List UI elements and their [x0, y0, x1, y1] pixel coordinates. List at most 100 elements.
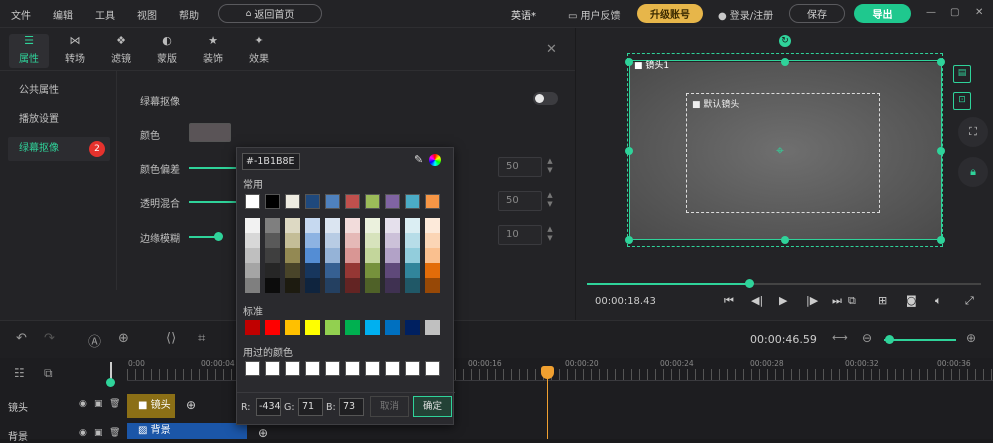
color-swatch[interactable]	[245, 248, 260, 263]
color-swatch[interactable]	[245, 263, 260, 278]
resize-handle-br[interactable]	[937, 236, 945, 244]
add-track-icon[interactable]: ⧉	[44, 366, 53, 381]
back-home-button[interactable]: ⌂ 返回首页	[218, 4, 322, 23]
grid-icon[interactable]: ⊞	[878, 294, 887, 307]
color-swatch[interactable]	[305, 320, 320, 335]
color-swatch[interactable]	[425, 361, 440, 376]
color-swatch[interactable]	[405, 218, 420, 233]
undo-icon[interactable]: ↶	[16, 331, 27, 346]
cancel-button[interactable]: 取消	[370, 396, 409, 417]
color-swatch[interactable]	[265, 218, 280, 233]
color-swatch[interactable]	[325, 278, 340, 293]
add-clip-icon[interactable]: ⊕	[258, 426, 268, 440]
menu-file[interactable]: 文件	[11, 7, 31, 22]
color-swatch[interactable]	[285, 263, 300, 278]
tab-decoration[interactable]: ★ 装饰	[193, 34, 233, 68]
color-swatch[interactable]	[265, 248, 280, 263]
menu-edit[interactable]: 编辑	[53, 7, 73, 22]
green-screen-toggle[interactable]	[533, 92, 558, 105]
upgrade-button[interactable]: 升级账号	[637, 4, 703, 23]
color-swatch[interactable]	[245, 194, 260, 209]
color-swatch[interactable]	[385, 320, 400, 335]
sidebar-item-green-screen[interactable]: 绿幕抠像 2	[8, 137, 110, 161]
color-swatch[interactable]	[385, 248, 400, 263]
redo-icon[interactable]: ↷	[44, 331, 55, 346]
screen-record-icon[interactable]: ⧉	[848, 294, 856, 308]
zoom-out-icon[interactable]: ⊖	[862, 331, 872, 345]
color-swatch[interactable]	[405, 248, 420, 263]
color-swatch[interactable]	[345, 248, 360, 263]
b-input[interactable]: 73	[339, 398, 364, 416]
color-swatch-button[interactable]	[189, 123, 231, 142]
zoom-slider[interactable]	[884, 339, 956, 341]
resize-handle-t[interactable]	[781, 58, 789, 66]
color-swatch[interactable]	[305, 248, 320, 263]
confirm-button[interactable]: 确定	[413, 396, 452, 417]
color-swatch[interactable]	[245, 233, 260, 248]
color-swatch[interactable]	[285, 233, 300, 248]
tab-mask[interactable]: ◐ 蒙版	[147, 34, 187, 68]
transparency-stepper[interactable]: ▲ ▼	[544, 191, 556, 211]
color-swatch[interactable]	[325, 218, 340, 233]
color-swatch[interactable]	[365, 233, 380, 248]
fullscreen-icon[interactable]: ⤢	[965, 294, 974, 308]
color-swatch[interactable]	[285, 278, 300, 293]
crop-tool-icon[interactable]: ⌗	[198, 331, 205, 346]
color-swatch[interactable]	[345, 194, 360, 209]
edge-blur-input[interactable]: 10	[498, 225, 542, 245]
color-swatch[interactable]	[425, 263, 440, 278]
color-swatch[interactable]	[405, 194, 420, 209]
delete-icon[interactable]: 🗑︎	[109, 399, 120, 409]
color-swatch[interactable]	[405, 263, 420, 278]
clip-background[interactable]: ▨ 背景	[127, 423, 247, 439]
edge-blur-stepper[interactable]: ▲ ▼	[544, 225, 556, 245]
color-swatch[interactable]	[325, 320, 340, 335]
color-swatch[interactable]	[365, 278, 380, 293]
eye-icon[interactable]: ◉	[79, 399, 87, 409]
resize-handle-b[interactable]	[781, 236, 789, 244]
color-swatch[interactable]	[345, 361, 360, 376]
color-swatch[interactable]	[245, 320, 260, 335]
color-swatch[interactable]	[385, 233, 400, 248]
color-swatch[interactable]	[345, 263, 360, 278]
track-settings-icon[interactable]: ☷	[14, 366, 25, 380]
transparency-slider[interactable]	[189, 201, 237, 203]
color-swatch[interactable]	[265, 194, 280, 209]
color-swatch[interactable]	[245, 278, 260, 293]
color-swatch[interactable]	[325, 361, 340, 376]
fit-timeline-icon[interactable]: ⟷	[832, 331, 848, 344]
color-swatch[interactable]	[305, 218, 320, 233]
playhead-handle[interactable]	[541, 366, 554, 379]
color-swatch[interactable]	[285, 194, 300, 209]
eyedropper-icon[interactable]: ✎	[414, 153, 423, 166]
color-swatch[interactable]	[365, 248, 380, 263]
g-input[interactable]: 71	[298, 398, 323, 416]
resize-handle-l[interactable]	[625, 147, 633, 155]
color-swatch[interactable]	[325, 248, 340, 263]
color-offset-slider[interactable]	[189, 167, 237, 169]
color-swatch[interactable]	[245, 361, 260, 376]
code-icon[interactable]: ⟨⟩	[166, 331, 176, 346]
text-icon[interactable]: Ⓐ	[88, 331, 101, 350]
next-frame-icon[interactable]: |▶	[806, 294, 818, 307]
resize-handle-bl[interactable]	[625, 236, 633, 244]
add-clip-icon[interactable]: ⊕	[186, 398, 196, 412]
play-icon[interactable]: ▶	[779, 294, 787, 307]
color-swatch[interactable]	[365, 263, 380, 278]
color-swatch[interactable]	[425, 320, 440, 335]
color-swatch[interactable]	[385, 361, 400, 376]
color-swatch[interactable]	[265, 233, 280, 248]
sidebar-item-common[interactable]: 公共属性	[8, 79, 110, 103]
color-offset-stepper[interactable]: ▲ ▼	[544, 157, 556, 177]
color-swatch[interactable]	[365, 320, 380, 335]
transparency-input[interactable]: 50	[498, 191, 542, 211]
resize-handle-tr[interactable]	[937, 58, 945, 66]
color-swatch[interactable]	[265, 320, 280, 335]
lock-icon[interactable]: 🔒︎	[958, 157, 988, 187]
skip-end-icon[interactable]: ⏭	[832, 294, 842, 308]
eye-icon[interactable]: ◉	[79, 428, 87, 438]
color-swatch[interactable]	[405, 233, 420, 248]
clip-lens[interactable]: ■ 镜头	[127, 394, 175, 418]
target-icon[interactable]: ⊕	[118, 331, 129, 346]
rotate-handle-icon[interactable]: ↻	[779, 35, 791, 47]
